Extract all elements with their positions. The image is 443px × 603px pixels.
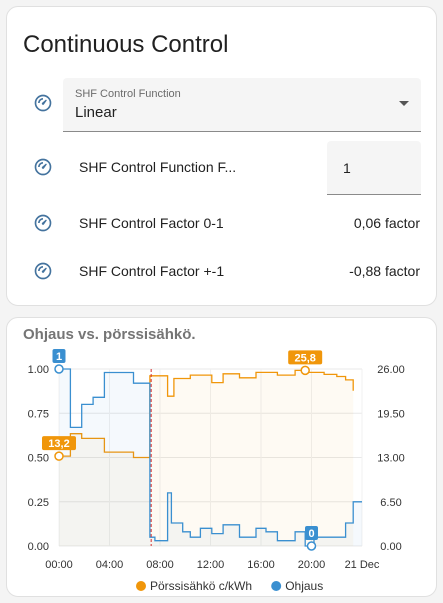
- continuous-control-card: Continuous Control SHF Control Function …: [6, 6, 437, 306]
- marker-point: [300, 365, 310, 376]
- select-label: SHF Control Function: [75, 88, 181, 100]
- y-right-tick-label: 6.50: [380, 497, 401, 509]
- dropdown-arrow-icon[interactable]: [399, 101, 409, 106]
- control-function-factor-label: SHF Control Function F...: [79, 159, 237, 175]
- marker-label: 25,8: [294, 352, 315, 364]
- control-factor-pm1-value: -0,88 factor: [349, 263, 420, 279]
- marker-label: 13,2: [48, 438, 69, 450]
- y-right-tick-label: 26.00: [377, 364, 405, 376]
- y-left-tick-label: 0.75: [28, 408, 49, 420]
- x-tick-label: 04:00: [96, 559, 124, 571]
- card-title: Continuous Control: [23, 31, 229, 58]
- x-tick-label: 21 Dec: [345, 559, 380, 571]
- marker-label: 1: [56, 351, 62, 363]
- control-factor-pm1-label[interactable]: SHF Control Factor +-1: [79, 263, 224, 279]
- input-value: 1: [343, 160, 351, 176]
- marker-point: [306, 541, 317, 551]
- y-right-tick-label: 19.50: [377, 408, 405, 420]
- x-tick-label: 08:00: [146, 559, 174, 571]
- y-right-tick-label: 0.00: [380, 541, 401, 553]
- control-function-select[interactable]: SHF Control Function Linear: [63, 78, 421, 132]
- x-tick-label: 00:00: [45, 559, 73, 571]
- legend-label: Ohjaus: [285, 579, 323, 593]
- chart-card: Ohjaus vs. pörssisähkö. 0.00 0.25 0.50 0.75…: [6, 317, 437, 597]
- x-tick-label: 20:00: [298, 559, 326, 571]
- gauge-icon: [34, 158, 52, 176]
- y-left-tick-label: 0.25: [28, 497, 49, 509]
- control-factor-0-1-label[interactable]: SHF Control Factor 0-1: [79, 215, 224, 231]
- gauge-icon: [34, 262, 52, 280]
- legend-swatch: [271, 581, 282, 591]
- control-factor-0-1-value: 0,06 factor: [353, 215, 420, 231]
- legend-label: Pörssisähkö c/kWh: [150, 579, 252, 593]
- marker-point: [54, 364, 64, 374]
- x-tick-label: 12:00: [197, 559, 225, 571]
- y-left-tick-label: 0.00: [28, 541, 49, 553]
- y-left-tick-label: 0.50: [28, 453, 49, 465]
- y-left-tick-label: 1.00: [28, 364, 49, 376]
- legend-swatch: [136, 581, 146, 591]
- select-value: Linear: [75, 104, 117, 121]
- marker-label: 0: [308, 528, 314, 540]
- gauge-icon: [34, 94, 52, 112]
- marker-point: [54, 451, 64, 461]
- x-tick-label: 16:00: [247, 559, 275, 571]
- y-right-tick-label: 13.00: [377, 453, 405, 465]
- control-function-factor-input[interactable]: 1: [327, 141, 421, 195]
- ohjaus-chart[interactable]: 0.00 0.25 0.50 0.75 1.00 0.00 6.50 13.00 19.50 26…: [7, 318, 436, 596]
- gauge-icon: [34, 214, 52, 232]
